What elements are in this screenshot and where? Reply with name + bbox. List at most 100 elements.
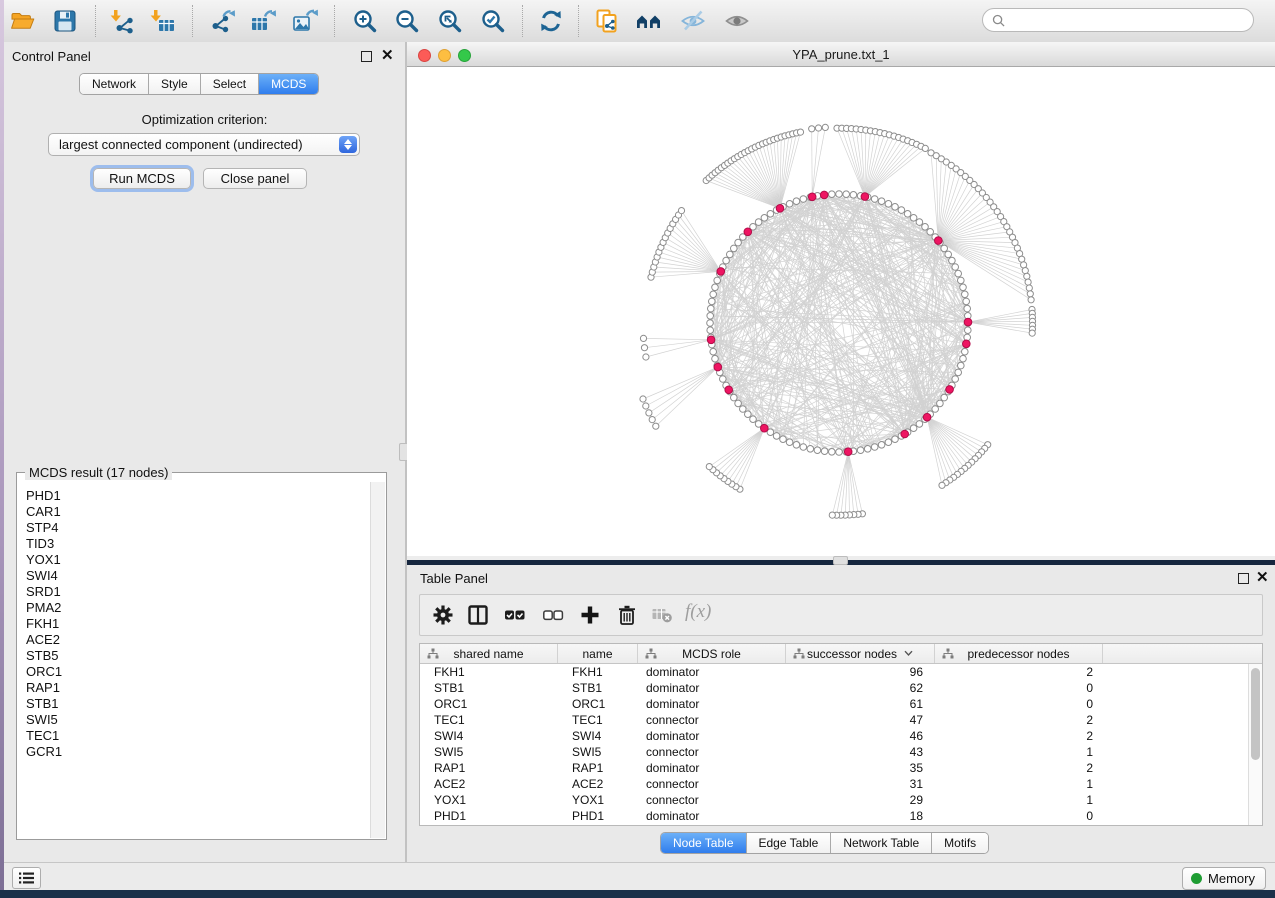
table-scrollbar-thumb[interactable] [1251,668,1260,760]
new-network-from-selection-icon [594,8,620,34]
table-settings-button[interactable] [432,604,454,626]
toolbar-separator [192,5,193,37]
export-table-button[interactable] [250,8,276,34]
run-mcds-button[interactable]: Run MCDS [93,168,191,189]
zoom-in-icon [352,8,378,34]
search-input[interactable] [1005,12,1253,28]
column-header-mcds-role[interactable]: MCDS role [638,644,786,663]
result-node[interactable]: SWI4 [26,568,371,584]
status-bar: Memory [0,862,1275,890]
tab-edge-table[interactable]: Edge Table [747,833,832,853]
column-header-successor-nodes[interactable]: successor nodes [786,644,935,663]
close-panel-button[interactable]: Close panel [203,168,307,189]
result-node[interactable]: ACE2 [26,632,371,648]
refresh-layout-button[interactable] [538,8,564,34]
network-canvas[interactable] [407,67,1275,556]
close-table-panel-icon[interactable]: ✕ [1256,572,1269,584]
table-row[interactable]: PHD1PHD1dominator180 [420,808,1248,824]
tab-mcds[interactable]: MCDS [259,74,318,94]
show-panel-button[interactable] [12,867,41,889]
table-row[interactable]: ACE2ACE2connector311 [420,776,1248,792]
new-network-from-selection-button[interactable] [594,8,620,34]
delete-button[interactable] [616,604,638,626]
clear-selection-checkboxes-icon [542,604,564,626]
optimization-criterion-value: largest connected component (undirected) [59,137,303,152]
first-neighbors-button[interactable] [636,8,662,34]
tab-motifs[interactable]: Motifs [932,833,988,853]
show-column-panel-button[interactable] [467,604,489,626]
select-all-button[interactable] [504,604,526,626]
import-network-icon [110,8,136,34]
tab-network-table[interactable]: Network Table [831,833,932,853]
table-panel: Table Panel ✕ [407,565,1275,862]
result-node[interactable]: CAR1 [26,504,371,520]
save-button[interactable] [52,8,78,34]
mcds-result-title: MCDS result (17 nodes) [25,465,172,480]
table-row[interactable]: SWI5SWI5connector431 [420,744,1248,760]
result-node[interactable]: ORC1 [26,664,371,680]
zoom-out-button[interactable] [394,8,420,34]
toolbar-separator [522,5,523,37]
destroy-table-icon [651,604,673,626]
table-body: FKH1FKH1dominator962 STB1STB1dominator62… [420,664,1248,825]
first-neighbors-icon [636,8,662,34]
tab-node-table[interactable]: Node Table [661,833,747,853]
export-network-button[interactable] [210,8,236,34]
mcds-result-group: MCDS result (17 nodes) PHD1 CAR1 STP4 TI… [16,472,387,840]
mcds-result-list[interactable]: PHD1 CAR1 STP4 TID3 YOX1 SWI4 SRD1 PMA2 … [18,482,371,838]
table-header: shared name name MCDS role [420,644,1262,664]
open-button[interactable] [10,8,36,34]
column-header-name[interactable]: name [558,644,638,663]
result-scrollbar[interactable] [370,482,385,838]
hide-selected-button[interactable] [680,8,706,34]
column-header-shared-name[interactable]: shared name [420,644,558,663]
result-node[interactable]: FKH1 [26,616,371,632]
table-scrollbar[interactable] [1248,664,1262,825]
result-node[interactable]: SRD1 [26,584,371,600]
result-node[interactable]: STB5 [26,648,371,664]
network-window-titlebar[interactable]: YPA_prune.txt_1 [407,42,1275,67]
result-node[interactable]: RAP1 [26,680,371,696]
result-node[interactable]: PMA2 [26,600,371,616]
close-panel-icon[interactable]: ✕ [381,50,394,62]
memory-button[interactable]: Memory [1182,867,1266,890]
destroy-table-button-disabled [651,604,673,626]
column-header-predecessor-nodes[interactable]: predecessor nodes [935,644,1103,663]
table-row[interactable]: RAP1RAP1dominator352 [420,760,1248,776]
float-panel-icon[interactable] [361,51,372,62]
toolbar-separator [334,5,335,37]
horizontal-splitter-handle[interactable] [833,556,848,565]
toolbar-separator [95,5,96,37]
result-node[interactable]: PHD1 [26,488,371,504]
import-table-button[interactable] [150,8,176,34]
table-row[interactable]: ORC1ORC1dominator610 [420,696,1248,712]
table-row[interactable]: SWI4SWI4dominator462 [420,728,1248,744]
zoom-selected-button[interactable] [480,8,506,34]
zoom-fit-button[interactable] [437,8,463,34]
tab-network[interactable]: Network [80,74,149,94]
float-table-panel-icon[interactable] [1238,573,1249,584]
zoom-in-button[interactable] [352,8,378,34]
table-row[interactable]: TEC1TEC1connector472 [420,712,1248,728]
tab-style[interactable]: Style [149,74,201,94]
result-node[interactable]: STP4 [26,520,371,536]
result-node[interactable]: GCR1 [26,744,371,760]
optimization-criterion-select[interactable]: largest connected component (undirected) [48,133,360,156]
table-panel-title: Table Panel [420,571,488,586]
desktop-wallpaper-edge [0,0,4,890]
tab-select[interactable]: Select [201,74,259,94]
show-all-button[interactable] [724,8,750,34]
result-node[interactable]: YOX1 [26,552,371,568]
table-row[interactable]: YOX1YOX1connector291 [420,792,1248,808]
export-image-button[interactable] [292,8,318,34]
result-node[interactable]: TEC1 [26,728,371,744]
add-button[interactable] [579,604,601,626]
result-node[interactable]: STB1 [26,696,371,712]
search-box[interactable] [982,8,1254,32]
import-network-button[interactable] [110,8,136,34]
clear-selection-button[interactable] [542,604,564,626]
table-row[interactable]: STB1STB1dominator620 [420,680,1248,696]
table-row[interactable]: FKH1FKH1dominator962 [420,664,1248,680]
result-node[interactable]: TID3 [26,536,371,552]
result-node[interactable]: SWI5 [26,712,371,728]
